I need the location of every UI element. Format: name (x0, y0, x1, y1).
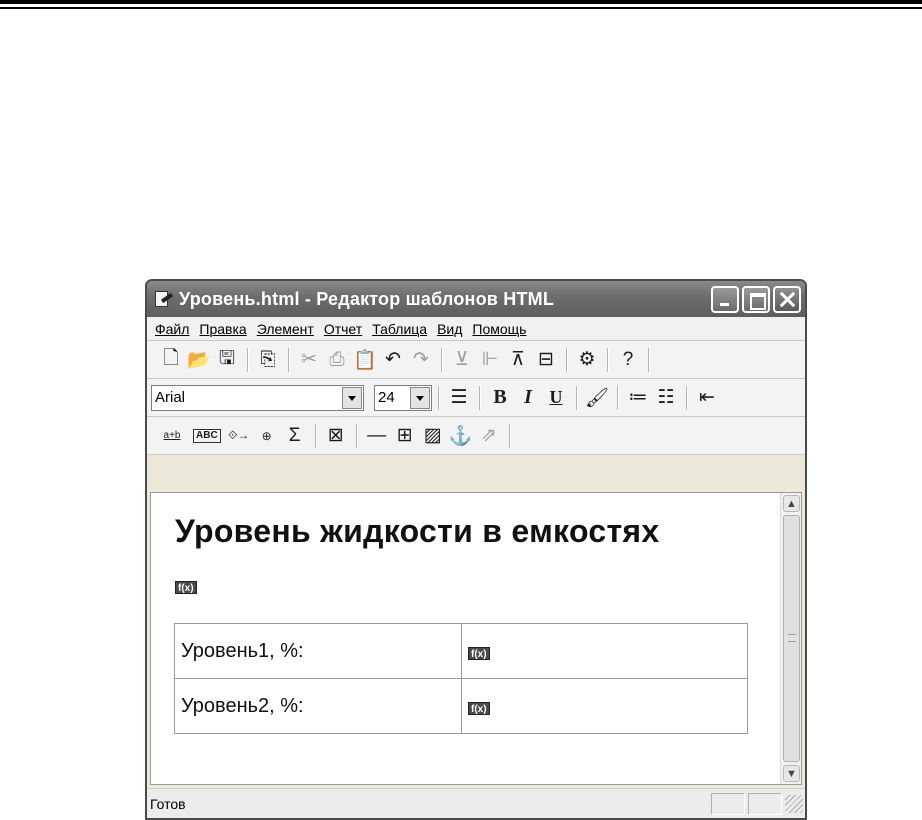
undo-icon[interactable]: ↶ (380, 347, 406, 373)
menu-element[interactable]: Элемент (252, 321, 319, 337)
italic-button[interactable]: I (515, 385, 541, 411)
underline-button[interactable]: U (543, 385, 569, 411)
page-rule-top (0, 0, 922, 4)
bold-button[interactable]: B (487, 385, 513, 411)
font-name-combo[interactable]: Arial (151, 384, 364, 411)
menu-report[interactable]: Отчет (319, 321, 367, 337)
toolbar-separator (314, 423, 316, 448)
function-field-icon[interactable]: f(x) (175, 581, 197, 594)
preview-icon[interactable]: ⎘ (255, 347, 281, 373)
insert-image-icon[interactable]: ▨ (420, 423, 446, 449)
table-cell-label[interactable]: Уровень1, %: (174, 623, 462, 679)
clock-icon[interactable]: ⊕ (254, 423, 280, 449)
menu-table[interactable]: Таблица (367, 321, 432, 337)
toolbar-separator (288, 347, 289, 372)
properties-icon[interactable]: ⚙ (574, 347, 600, 373)
chevron-down-icon[interactable] (410, 386, 430, 409)
menu-file[interactable]: Файл (150, 321, 194, 337)
toolbar-separator (441, 347, 442, 372)
close-button[interactable] (773, 285, 801, 313)
editor-window: Уровень.html - Редактор шаблонов HTML Фа… (145, 279, 807, 820)
expression-button[interactable]: a+b (159, 423, 185, 449)
scroll-up-icon[interactable]: ▲ (783, 495, 800, 512)
table-cell-label[interactable]: Уровень2, %: (174, 678, 462, 734)
toolbar-separator (438, 385, 439, 410)
toolbar-separator (566, 347, 567, 372)
paste-icon[interactable]: 📋 (352, 347, 378, 373)
image-frame-icon[interactable]: ⊠ (323, 423, 349, 449)
toolbar-separator (617, 385, 618, 410)
format-toolbar: Arial 24 ☰ B I U 🖌 ≔ ☷ ⇤ (147, 379, 805, 417)
new-document-icon[interactable]: 🗋 (158, 347, 184, 373)
vertical-scrollbar[interactable]: ▲ ▼ (780, 493, 801, 784)
toolbar-separator (607, 347, 608, 372)
bulleted-list-icon[interactable]: ☷ (653, 385, 679, 411)
menu-bar: Файл Правка Элемент Отчет Таблица Вид По… (147, 317, 805, 341)
link-field-icon[interactable]: ⟐→ (226, 423, 252, 449)
document-heading[interactable]: Уровень жидкости в емкостях (175, 513, 660, 550)
anchor-icon[interactable]: ⚓ (448, 423, 474, 449)
sum-button[interactable]: Σ (282, 423, 308, 449)
copy-icon[interactable]: ⎙ (324, 347, 350, 373)
maximize-button[interactable] (742, 285, 770, 313)
redo-icon[interactable]: ↷ (408, 347, 434, 373)
align-top-icon[interactable]: ⊼ (505, 347, 531, 373)
toolbar-separator (479, 385, 480, 410)
toolbar-separator (355, 423, 357, 448)
font-size-combo[interactable]: 24 (374, 384, 432, 411)
minimize-button[interactable] (711, 285, 739, 313)
cut-icon[interactable]: ✂ (296, 347, 322, 373)
toolbar-separator (508, 423, 510, 448)
page-rule-bottom (0, 7, 922, 9)
title-bar[interactable]: Уровень.html - Редактор шаблонов HTML (147, 281, 805, 317)
insert-row-icon[interactable]: ⊻ (449, 347, 475, 373)
font-size-value: 24 (378, 389, 395, 406)
save-disk-icon[interactable]: 🖫 (214, 347, 240, 373)
table-row: Уровень1, %: f(x) (174, 623, 748, 679)
text-field-button[interactable]: ABC (193, 428, 221, 443)
merge-cells-icon[interactable]: ⊟ (533, 347, 559, 373)
chevron-down-icon[interactable] (342, 386, 362, 409)
menu-help[interactable]: Помощь (467, 321, 531, 337)
menu-view[interactable]: Вид (432, 321, 467, 337)
font-name-value: Arial (155, 389, 186, 406)
numbered-list-icon[interactable]: ≔ (625, 385, 651, 411)
toolbar-separator (247, 347, 248, 372)
paragraph-style-icon[interactable]: ☰ (446, 385, 472, 411)
status-bar: Готов (147, 788, 805, 818)
toolbar-separator (648, 347, 649, 372)
document-area[interactable]: Уровень жидкости в емкостях f(x) Уровень… (150, 492, 802, 785)
table-cell-value[interactable]: f(x) (461, 623, 748, 679)
open-folder-icon[interactable]: 📂 (186, 347, 212, 373)
scroll-down-icon[interactable]: ▼ (783, 765, 800, 782)
horizontal-line-icon[interactable]: — (364, 423, 390, 449)
status-text: Готов (150, 795, 186, 812)
standard-toolbar: 🗋 📂 🖫 ⎘ ✂ ⎙ 📋 ↶ ↷ ⊻ ⊩ ⊼ ⊟ ⚙ ? (147, 341, 805, 379)
window-title: Уровень.html - Редактор шаблонов HTML (179, 288, 555, 309)
document-table: Уровень1, %: f(x) Уровень2, %: f(x) (174, 623, 748, 734)
insert-column-icon[interactable]: ⊩ (477, 347, 503, 373)
function-field-icon[interactable]: f(x) (468, 646, 490, 660)
help-icon[interactable]: ? (615, 347, 641, 373)
insert-toolbar: a+b ABC ⟐→ ⊕ Σ ⊠ — ⊞ ▨ ⚓ ⇗ (147, 417, 805, 455)
outdent-icon[interactable]: ⇤ (694, 385, 720, 411)
toolbar-separator (686, 385, 687, 410)
table-row: Уровень2, %: f(x) (174, 678, 748, 734)
function-field-icon[interactable]: f(x) (468, 701, 490, 715)
text-color-icon[interactable]: 🖌 (584, 385, 610, 411)
hyperlink-icon[interactable]: ⇗ (476, 423, 502, 449)
app-icon[interactable] (153, 290, 174, 308)
resize-grip-icon[interactable] (785, 794, 803, 813)
status-panel (711, 792, 745, 815)
status-panel (748, 792, 782, 815)
insert-table-icon[interactable]: ⊞ (392, 423, 418, 449)
table-cell-value[interactable]: f(x) (461, 678, 748, 734)
scroll-thumb[interactable] (783, 515, 800, 762)
menu-edit[interactable]: Правка (194, 321, 251, 337)
toolbar-separator (576, 385, 577, 410)
